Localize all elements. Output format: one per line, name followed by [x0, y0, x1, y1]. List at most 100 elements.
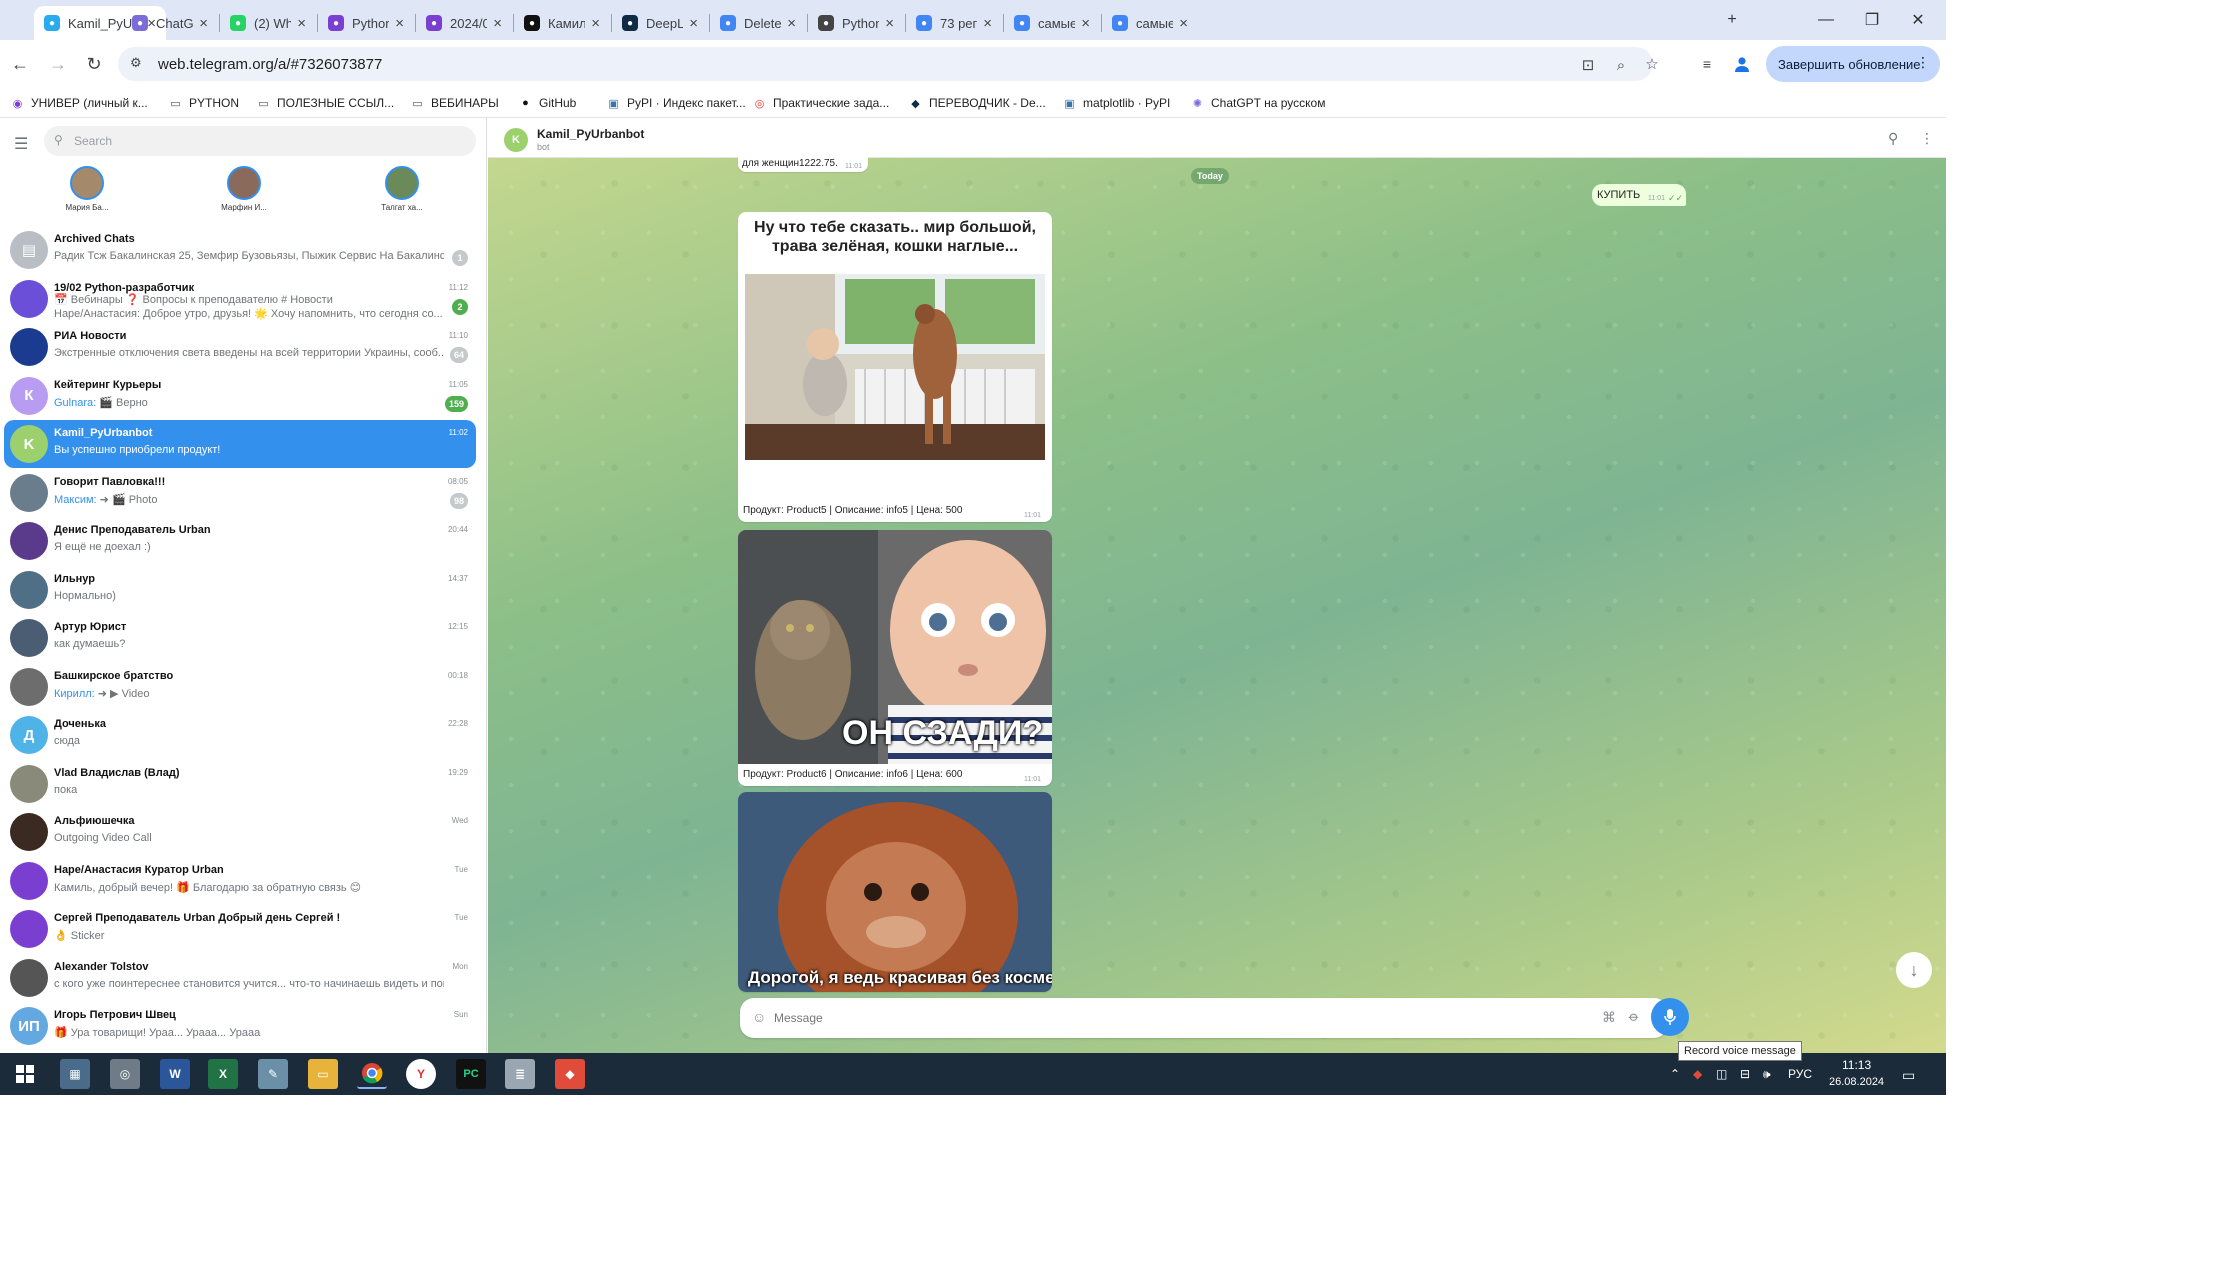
chat-list-item[interactable]: Alexander Tolstov Mon с кого уже поинтерес…: [4, 954, 476, 1002]
chat-list-item[interactable]: ИП Игорь Петрович Швец Sun 🎁 Ура товарищи! …: [4, 1002, 476, 1050]
bookmark-3[interactable]: ▭ ВЕБИНАРЫ: [410, 94, 499, 112]
excel-icon[interactable]: X: [208, 1059, 238, 1089]
story-item[interactable]: Мария Ба...: [47, 166, 127, 212]
close-icon[interactable]: ×: [297, 15, 306, 32]
media-controls-icon[interactable]: ≡: [1695, 52, 1719, 76]
chat-list-item[interactable]: РИА Новости 11:10 Экстренные отключения св…: [4, 323, 476, 371]
close-icon[interactable]: ×: [885, 15, 894, 32]
chat-list-item[interactable]: Ильнур 14:37 Нормально): [4, 566, 476, 614]
bookmark-7[interactable]: ◆ ПЕРЕВОДЧИК - De...: [908, 94, 1045, 112]
calculator-icon[interactable]: ▦: [60, 1059, 90, 1089]
product-photo[interactable]: [745, 274, 1045, 460]
close-icon[interactable]: ×: [199, 15, 208, 32]
product-photo[interactable]: Дорогой, я ведь красивая без косметики?: [738, 792, 1052, 992]
bookmark-4[interactable]: ● GitHub: [518, 94, 576, 112]
profile-icon[interactable]: [1730, 52, 1754, 76]
chat-list-item[interactable]: Денис Преподаватель Urban 20:44 Я ещё не д…: [4, 517, 476, 565]
close-icon[interactable]: ×: [787, 15, 796, 32]
forward-icon[interactable]: →: [46, 52, 70, 76]
menu-icon[interactable]: ☰: [14, 134, 34, 154]
close-icon[interactable]: ×: [493, 15, 502, 32]
tab-3[interactable]: ● Python-разр ×: [318, 6, 414, 40]
disk-icon[interactable]: ◎: [110, 1059, 140, 1089]
yandex-browser-icon[interactable]: Y: [406, 1059, 436, 1089]
tab-10[interactable]: ● самые смеш ×: [1004, 6, 1100, 40]
chat-list-item[interactable]: Vlad Владислав (Влад) 19:29 пока: [4, 760, 476, 808]
install-app-icon[interactable]: ⊡: [1578, 55, 1598, 75]
zoom-icon[interactable]: ⌕: [1611, 55, 1631, 75]
chat-list-item[interactable]: ▤ Archived Chats Радик Тсж Бакалинская 25,…: [4, 226, 476, 274]
reload-icon[interactable]: ↻: [82, 52, 106, 76]
chat-list-item[interactable]: Альфиюшечка Wed Outgoing Video Call: [4, 808, 476, 856]
tab-11[interactable]: ● самые смеш ×: [1102, 6, 1198, 40]
close-icon[interactable]: ×: [1179, 15, 1188, 32]
search-input[interactable]: ⚲ Search: [44, 126, 476, 156]
tab-6[interactable]: ● DeepL Trans ×: [612, 6, 708, 40]
pycharm-edu-icon[interactable]: ✎: [258, 1059, 288, 1089]
camera-icon[interactable]: ◫: [1716, 1067, 1727, 1081]
chat-list-item[interactable]: Сергей Преподаватель Urban Добрый день С…: [4, 905, 476, 953]
search-icon[interactable]: ⚲: [1888, 130, 1898, 147]
story-item[interactable]: Марфин И...: [204, 166, 284, 212]
chat-list-item[interactable]: Наре/Анастасия Куратор Urban Tue Камиль, д…: [4, 857, 476, 905]
minimize-icon[interactable]: —: [1806, 8, 1846, 32]
bookmark-star-icon[interactable]: ☆: [1642, 54, 1662, 74]
scroll-down-button[interactable]: ↓: [1896, 952, 1932, 988]
more-vert-icon[interactable]: ⋮: [1920, 130, 1934, 147]
speaker-icon[interactable]: 🕪: [1763, 1067, 1771, 1082]
language-indicator[interactable]: РУС: [1788, 1067, 1812, 1081]
anydesk-tray-icon[interactable]: ◆: [1693, 1067, 1702, 1081]
address-bar[interactable]: ⚙ web.telegram.org/a/#7326073877 ⊡ ⌕ ☆: [118, 47, 1659, 81]
notifications-icon[interactable]: ▭: [1902, 1067, 1915, 1084]
bot-commands-icon[interactable]: ⌘: [1602, 1009, 1616, 1026]
network-icon[interactable]: ⊟: [1740, 1067, 1750, 1081]
close-icon[interactable]: ×: [689, 15, 698, 32]
emoji-icon[interactable]: ☺: [752, 1009, 766, 1025]
chat-list-item[interactable]: K Kamil_PyUrbanbot 11:02 Вы успешно приобре…: [4, 420, 476, 468]
record-voice-button[interactable]: [1651, 998, 1689, 1036]
finish-update-button[interactable]: Завершить обновление ⋮: [1766, 46, 1940, 82]
tab-7[interactable]: ● Delete Quer ×: [710, 6, 806, 40]
bookmark-5[interactable]: ▣ PyPI · Индекс пакет...: [606, 94, 745, 112]
message-input[interactable]: [774, 1008, 1554, 1028]
bookmark-1[interactable]: ▭ PYTHON: [168, 94, 239, 112]
chat-list-item[interactable]: Д Доченька 22:28 сюда: [4, 711, 476, 759]
window-close-icon[interactable]: ✕: [1898, 8, 1938, 32]
tab-8[interactable]: ● Python и ба ×: [808, 6, 904, 40]
close-icon[interactable]: ×: [983, 15, 992, 32]
clock-date[interactable]: 26.08.2024: [1829, 1076, 1884, 1088]
chat-list-item[interactable]: Артур Юрист 12:15 как думаешь?: [4, 614, 476, 662]
bookmark-0[interactable]: ◉ УНИВЕР (личный к...: [10, 94, 148, 112]
close-icon[interactable]: ×: [591, 15, 600, 32]
story-item[interactable]: Талгат ха...: [362, 166, 442, 212]
tab-1[interactable]: ● ChatGPT на ×: [122, 6, 218, 40]
chat-list-item[interactable]: 19/02 Python-разработчик 11:12 📅 Вебинары …: [4, 275, 476, 323]
bookmark-2[interactable]: ▭ ПОЛЕЗНЫЕ ССЫЛ...: [256, 94, 394, 112]
bookmark-8[interactable]: ▣ matplotlib · PyPI: [1062, 94, 1170, 112]
product-photo[interactable]: ОН СЗАДИ?: [738, 530, 1052, 764]
chat-list-item[interactable]: Говорит Павловка!!! 08:05 Максим: ➜ 🎬 Phot…: [4, 469, 476, 517]
chat-list-item[interactable]: Башкирское братство 00:18 Кирилл: ➜ ▶ Vide…: [4, 663, 476, 711]
anydesk-icon[interactable]: ◆: [555, 1059, 585, 1089]
tab-4[interactable]: ● 2024/01/28 ×: [416, 6, 512, 40]
close-icon[interactable]: ×: [395, 15, 404, 32]
bookmark-9[interactable]: ✺ ChatGPT на русском: [1190, 94, 1326, 112]
clock-time[interactable]: 11:13: [1842, 1058, 1871, 1072]
chat-title[interactable]: Kamil_PyUrbanbot: [537, 127, 644, 141]
tab-9[interactable]: ● 73 регион - ×: [906, 6, 1002, 40]
close-icon[interactable]: ×: [1081, 15, 1090, 32]
chrome-icon[interactable]: [357, 1059, 387, 1089]
database-icon[interactable]: ≣: [505, 1059, 535, 1089]
word-icon[interactable]: W: [160, 1059, 190, 1089]
bookmark-6[interactable]: ◎ Практические зада...: [752, 94, 890, 112]
new-tab-button[interactable]: +: [1718, 8, 1746, 32]
site-info-icon[interactable]: ⚙: [130, 55, 148, 73]
restore-icon[interactable]: ❐: [1852, 8, 1892, 32]
chevron-up-icon[interactable]: ⌃: [1670, 1067, 1680, 1081]
back-icon[interactable]: ←: [8, 52, 32, 76]
chat-list-item[interactable]: К Кейтеринг Курьеры 11:05 Gulnara: 🎬 Верно 1…: [4, 372, 476, 420]
avatar[interactable]: K: [504, 128, 528, 152]
windows-start-icon[interactable]: [10, 1059, 40, 1089]
attach-icon[interactable]: ⌀: [1625, 1008, 1643, 1026]
file-explorer-icon[interactable]: ▭: [308, 1059, 338, 1089]
